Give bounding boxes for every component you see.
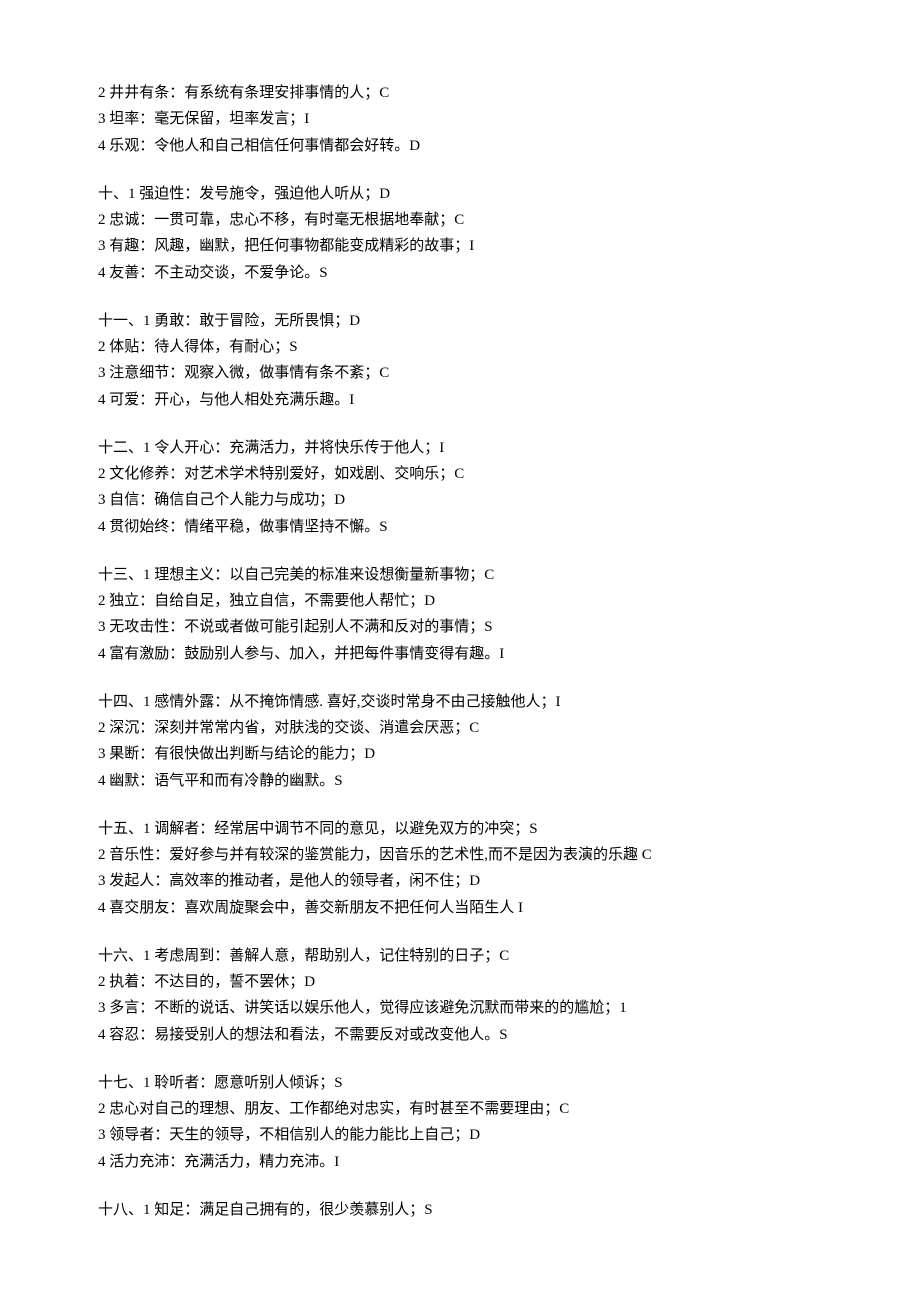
text-group: 十八、1 知足：满足自己拥有的，很少羡慕别人；S xyxy=(98,1197,822,1223)
text-line: 2 文化修养：对艺术学术特别爱好，如戏剧、交响乐；C xyxy=(98,461,822,487)
document-body: 2 井井有条：有系统有条理安排事情的人；C3 坦率：毫无保留，坦率发言；I4 乐… xyxy=(98,80,822,1223)
text-line: 4 幽默：语气平和而有冷静的幽默。S xyxy=(98,768,822,794)
text-line: 4 友善：不主动交谈，不爱争论。S xyxy=(98,260,822,286)
text-line: 十八、1 知足：满足自己拥有的，很少羡慕别人；S xyxy=(98,1197,822,1223)
text-line: 十四、1 感情外露：从不掩饰情感. 喜好,交谈时常身不由己接触他人；I xyxy=(98,689,822,715)
text-line: 3 无攻击性：不说或者做可能引起别人不满和反对的事情；S xyxy=(98,614,822,640)
text-group: 十一、1 勇敢：敢于冒险，无所畏惧；D2 体贴：待人得体，有耐心；S3 注意细节… xyxy=(98,308,822,413)
text-group: 十三、1 理想主义：以自己完美的标准来设想衡量新事物；C2 独立：自给自足，独立… xyxy=(98,562,822,667)
text-line: 3 坦率：毫无保留，坦率发言；I xyxy=(98,106,822,132)
text-line: 3 发起人：高效率的推动者，是他人的领导者，闲不住；D xyxy=(98,868,822,894)
text-line: 2 独立：自给自足，独立自信，不需要他人帮忙；D xyxy=(98,588,822,614)
text-line: 2 忠心对自己的理想、朋友、工作都绝对忠实，有时甚至不需要理由；C xyxy=(98,1096,822,1122)
text-line: 3 果断：有很快做出判断与结论的能力；D xyxy=(98,741,822,767)
text-line: 2 忠诚：一贯可靠，忠心不移，有时毫无根据地奉献；C xyxy=(98,207,822,233)
text-group: 十五、1 调解者：经常居中调节不同的意见，以避免双方的冲突；S2 音乐性：爱好参… xyxy=(98,816,822,921)
text-line: 2 执着：不达目的，誓不罢休；D xyxy=(98,969,822,995)
text-group: 十二、1 令人开心：充满活力，并将快乐传于他人；I2 文化修养：对艺术学术特别爱… xyxy=(98,435,822,540)
text-line: 3 自信：确信自己个人能力与成功；D xyxy=(98,487,822,513)
text-line: 4 乐观：令他人和自己相信任何事情都会好转。D xyxy=(98,133,822,159)
text-group: 十、1 强迫性：发号施令，强迫他人听从；D2 忠诚：一贯可靠，忠心不移，有时毫无… xyxy=(98,181,822,286)
text-line: 4 可爱：开心，与他人相处充满乐趣。I xyxy=(98,387,822,413)
text-line: 4 贯彻始终：情绪平稳，做事情坚持不懈。S xyxy=(98,514,822,540)
text-line: 2 体贴：待人得体，有耐心；S xyxy=(98,334,822,360)
text-line: 十二、1 令人开心：充满活力，并将快乐传于他人；I xyxy=(98,435,822,461)
text-line: 4 喜交朋友：喜欢周旋聚会中，善交新朋友不把任何人当陌生人 I xyxy=(98,895,822,921)
text-line: 3 有趣：风趣，幽默，把任何事物都能变成精彩的故事；I xyxy=(98,233,822,259)
text-line: 3 领导者：天生的领导，不相信别人的能力能比上自己；D xyxy=(98,1122,822,1148)
text-line: 2 井井有条：有系统有条理安排事情的人；C xyxy=(98,80,822,106)
text-group: 十六、1 考虑周到：善解人意，帮助别人，记住特别的日子；C2 执着：不达目的，誓… xyxy=(98,943,822,1048)
text-line: 十一、1 勇敢：敢于冒险，无所畏惧；D xyxy=(98,308,822,334)
text-line: 十六、1 考虑周到：善解人意，帮助别人，记住特别的日子；C xyxy=(98,943,822,969)
text-line: 3 多言：不断的说话、讲笑话以娱乐他人，觉得应该避免沉默而带来的的尴尬；1 xyxy=(98,995,822,1021)
text-group: 2 井井有条：有系统有条理安排事情的人；C3 坦率：毫无保留，坦率发言；I4 乐… xyxy=(98,80,822,159)
text-line: 2 深沉：深刻并常常内省，对肤浅的交谈、消遣会厌恶；C xyxy=(98,715,822,741)
text-group: 十七、1 聆听者：愿意听别人倾诉；S2 忠心对自己的理想、朋友、工作都绝对忠实，… xyxy=(98,1070,822,1175)
text-line: 4 容忍：易接受别人的想法和看法，不需要反对或改变他人。S xyxy=(98,1022,822,1048)
text-line: 4 活力充沛：充满活力，精力充沛。I xyxy=(98,1149,822,1175)
text-line: 十、1 强迫性：发号施令，强迫他人听从；D xyxy=(98,181,822,207)
text-line: 3 注意细节：观察入微，做事情有条不紊；C xyxy=(98,360,822,386)
text-group: 十四、1 感情外露：从不掩饰情感. 喜好,交谈时常身不由己接触他人；I2 深沉：… xyxy=(98,689,822,794)
text-line: 十五、1 调解者：经常居中调节不同的意见，以避免双方的冲突；S xyxy=(98,816,822,842)
text-line: 十三、1 理想主义：以自己完美的标准来设想衡量新事物；C xyxy=(98,562,822,588)
text-line: 4 富有激励：鼓励别人参与、加入，并把每件事情变得有趣。I xyxy=(98,641,822,667)
text-line: 2 音乐性：爱好参与并有较深的鉴赏能力，因音乐的艺术性,而不是因为表演的乐趣 C xyxy=(98,842,822,868)
text-line: 十七、1 聆听者：愿意听别人倾诉；S xyxy=(98,1070,822,1096)
